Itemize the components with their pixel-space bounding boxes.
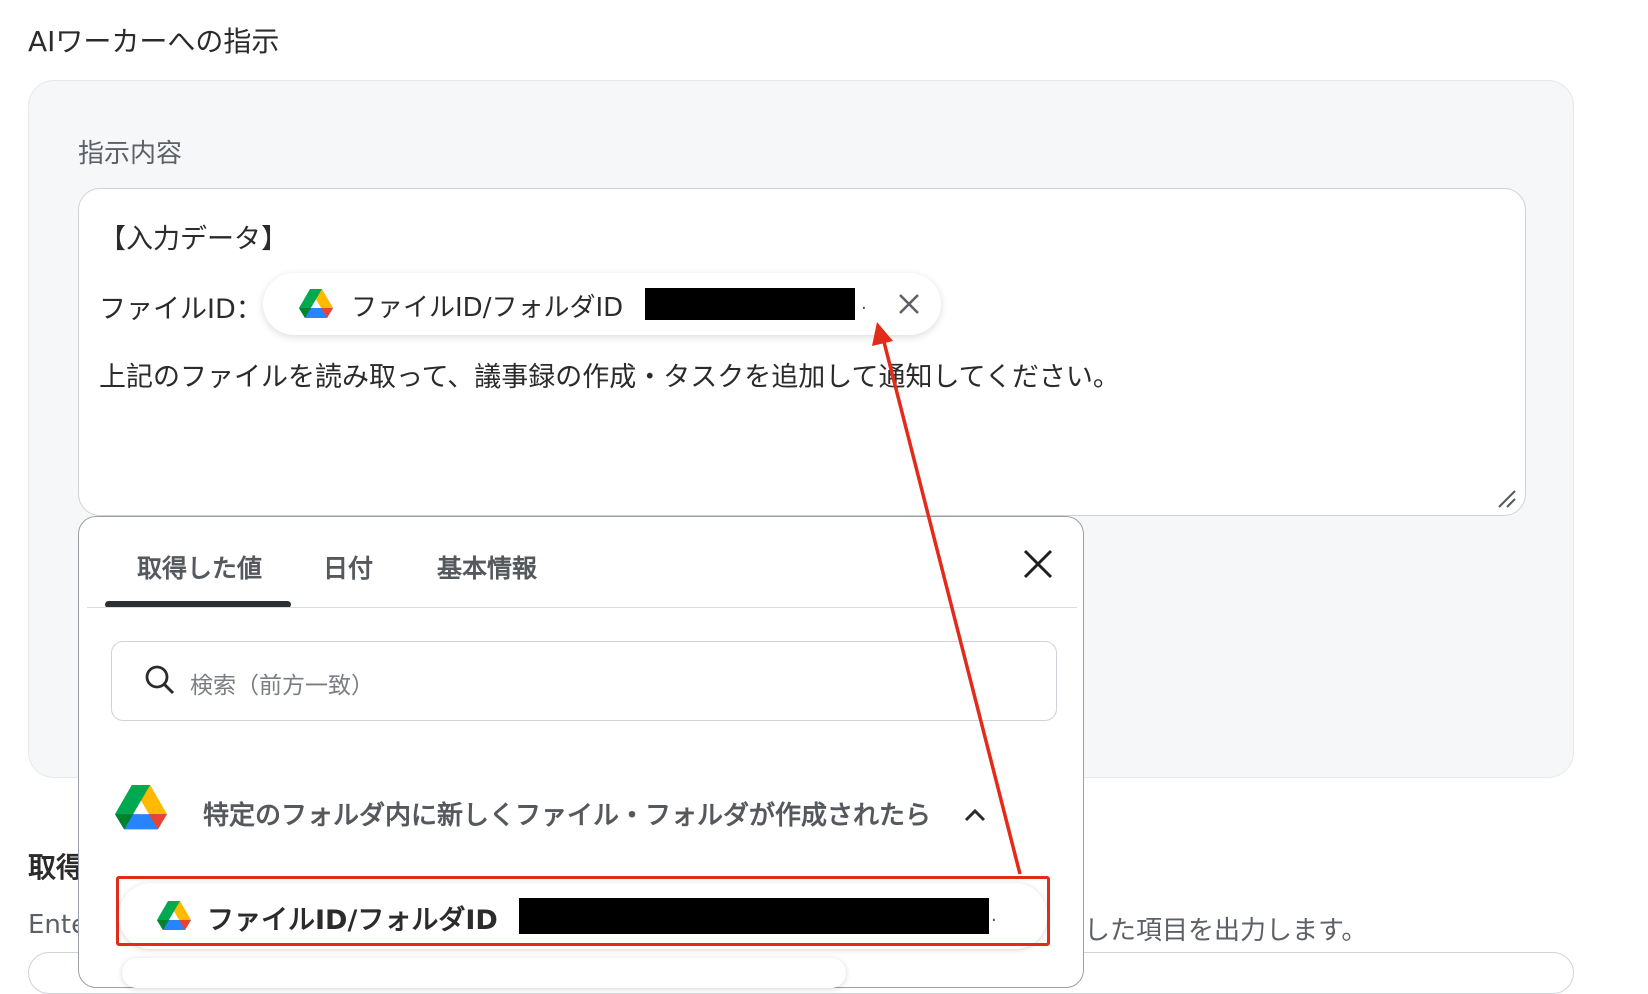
annotation-arrow: [872, 322, 1022, 875]
